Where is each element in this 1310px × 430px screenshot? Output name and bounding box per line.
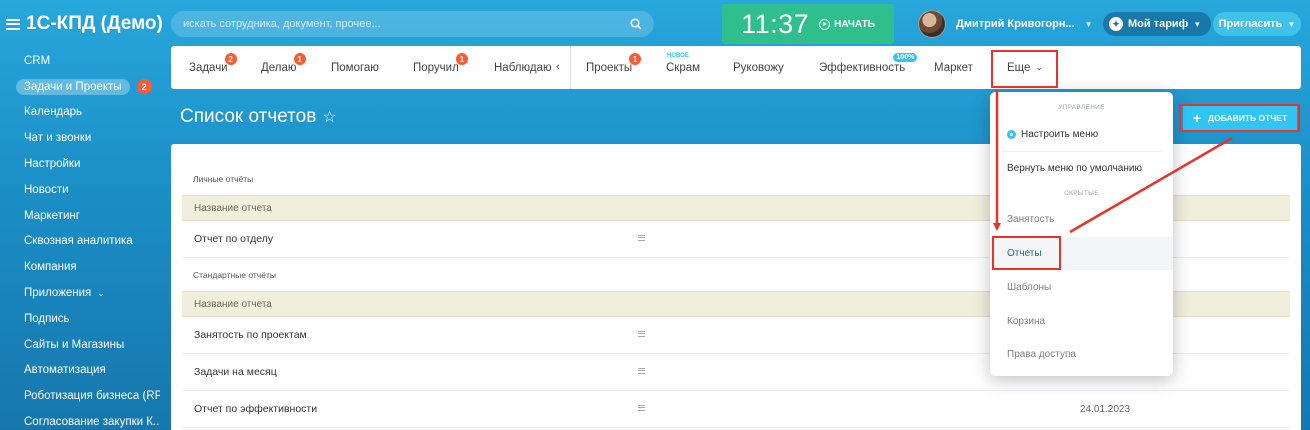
annotation-arrow-diagonal [1069,136,1233,234]
annotation-arrows [993,90,1233,234]
